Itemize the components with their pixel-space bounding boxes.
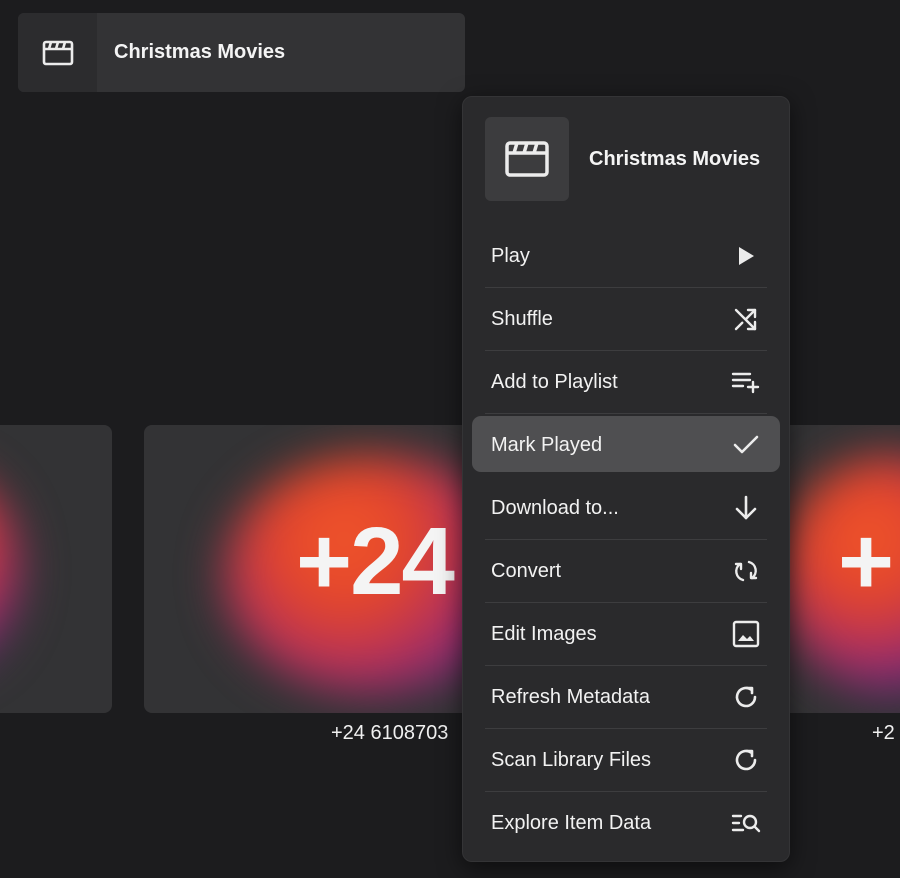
menu-item-mark-played[interactable]: Mark Played — [472, 414, 780, 477]
menu-item-refresh-metadata[interactable]: Refresh Metadata — [485, 666, 767, 729]
menu-item-label: Play — [491, 244, 530, 267]
clapperboard-icon — [42, 40, 74, 66]
play-icon — [731, 241, 761, 271]
refresh-icon — [731, 745, 761, 775]
menu-item-explore-item-data[interactable]: Explore Item Data — [485, 792, 767, 855]
tile-overlay-text: + — [838, 508, 894, 615]
tile-overlay-text: +24 — [296, 508, 455, 615]
menu-item-label: Scan Library Files — [491, 748, 652, 771]
collection-title: Christmas Movies — [114, 41, 286, 63]
download-arrow-icon — [731, 493, 761, 523]
menu-item-label: Shuffle — [491, 307, 553, 330]
menu-items: Play Shuffle Add to Playlist Mark Played… — [472, 225, 780, 855]
menu-item-label: Convert — [491, 559, 562, 582]
checkmark-icon — [731, 430, 761, 460]
media-tile-middle[interactable]: +24 — [144, 425, 474, 713]
menu-item-label: Download to... — [491, 496, 619, 519]
menu-item-label: Add to Playlist — [491, 370, 618, 393]
menu-title: Christmas Movies — [589, 147, 761, 170]
playlist-add-icon — [731, 367, 761, 397]
tile-caption-right[interactable]: +2 — [872, 722, 895, 745]
explore-data-icon — [731, 809, 761, 839]
collection-header[interactable]: Christmas Movies — [18, 13, 465, 92]
tile-caption-middle[interactable]: +24 6108703 — [331, 722, 448, 745]
menu-item-play[interactable]: Play — [485, 225, 767, 288]
menu-item-label: Mark Played — [491, 433, 603, 456]
refresh-icon — [731, 682, 761, 712]
menu-item-shuffle[interactable]: Shuffle — [485, 288, 767, 351]
tile-artwork — [0, 465, 20, 675]
context-menu: Christmas Movies Play Shuffle Add to Pla… — [462, 96, 790, 862]
menu-item-add-to-playlist[interactable]: Add to Playlist — [485, 351, 767, 414]
media-tile-right[interactable]: + — [780, 425, 900, 713]
shuffle-icon — [731, 304, 761, 334]
collection-thumbnail — [18, 13, 97, 92]
menu-item-label: Refresh Metadata — [491, 685, 650, 708]
menu-item-download[interactable]: Download to... — [485, 477, 767, 540]
image-icon — [731, 619, 761, 649]
media-tile-left[interactable] — [0, 425, 112, 713]
menu-header: Christmas Movies — [485, 117, 765, 201]
menu-item-edit-images[interactable]: Edit Images — [485, 603, 767, 666]
menu-thumbnail — [485, 117, 569, 201]
clapperboard-icon — [504, 140, 550, 178]
menu-item-scan-library-files[interactable]: Scan Library Files — [485, 729, 767, 792]
convert-icon — [731, 556, 761, 586]
menu-item-label: Edit Images — [491, 622, 597, 645]
menu-item-label: Explore Item Data — [491, 812, 652, 834]
menu-item-convert[interactable]: Convert — [485, 540, 767, 603]
